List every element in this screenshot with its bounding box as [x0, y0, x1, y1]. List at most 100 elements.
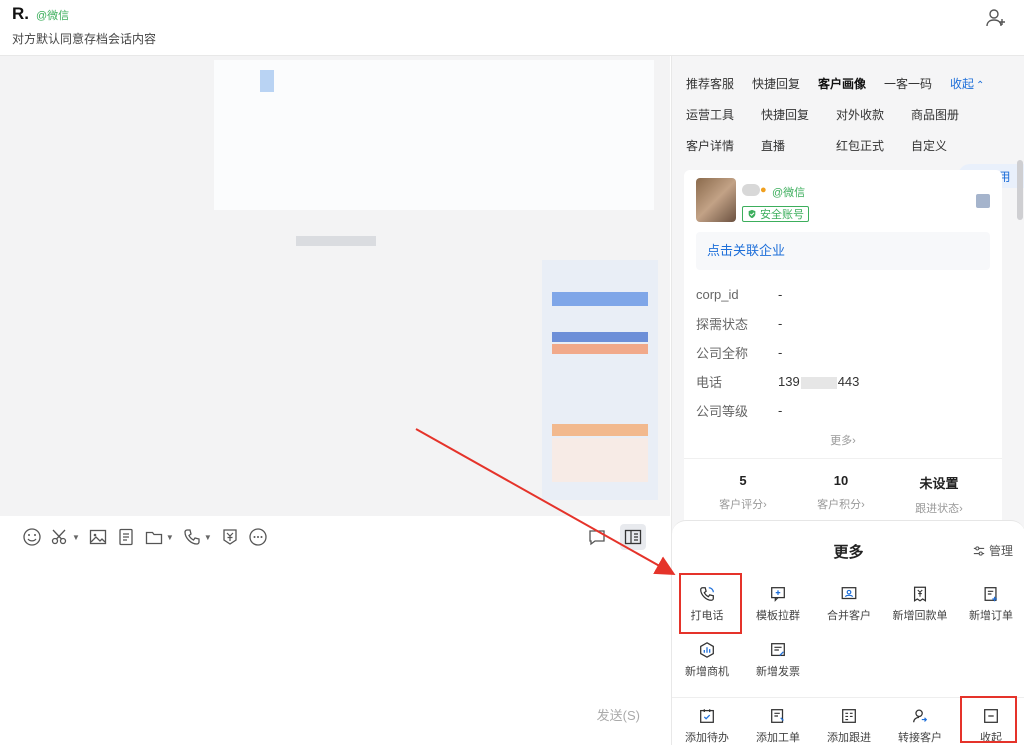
archive-notice: 对方默认同意存档会话内容	[12, 30, 156, 47]
stat-customer-score[interactable]: 5 客户评分›	[698, 473, 788, 512]
blurred-card-stripe	[552, 292, 648, 306]
tab-recommend-service[interactable]: 推荐客服	[686, 75, 752, 92]
field-value: -	[778, 316, 782, 331]
action-label: 新增商机	[672, 663, 742, 679]
shield-icon	[747, 209, 757, 219]
document-icon[interactable]	[116, 525, 136, 549]
composer-right-tools	[584, 524, 646, 550]
tab-one-customer-code[interactable]: 一客一码	[884, 75, 950, 92]
action-label: 新增发票	[743, 663, 813, 679]
tab-collapse[interactable]: 收起⌃	[950, 75, 1016, 92]
contact-name[interactable]: R.	[12, 4, 29, 24]
chat-bubble-icon[interactable]	[584, 524, 610, 550]
link-company-button[interactable]: 点击关联企业	[696, 232, 990, 270]
action-merge-customer[interactable]: 合并客户	[814, 585, 884, 623]
tab-row: 客户详情 直播 红包正式 自定义	[686, 130, 1016, 161]
blurred-card-stripe	[552, 344, 648, 354]
merge-icon	[840, 585, 858, 603]
highlight-box-collapse	[960, 696, 1017, 743]
blurred-timestamp	[296, 236, 376, 246]
transfer-user-icon	[911, 707, 929, 725]
tab-customer-profile[interactable]: 客户画像	[818, 75, 884, 92]
phone-icon	[182, 527, 202, 547]
invoice-icon	[769, 641, 787, 659]
action-label: 模板拉群	[743, 607, 813, 623]
profile-source: @微信	[772, 184, 805, 200]
more-title: 更多	[672, 541, 1024, 562]
field-row: 公司全称 -	[696, 338, 990, 367]
action-label: 合并客户	[814, 607, 884, 623]
ticket-icon	[769, 707, 787, 725]
action-label: 添加跟进	[814, 729, 884, 745]
action-add-ticket[interactable]: 添加工单	[743, 707, 813, 745]
action-new-order[interactable]: 新增订单	[956, 585, 1024, 623]
action-new-invoice[interactable]: 新增发票	[743, 641, 813, 679]
file-button[interactable]: ▼	[144, 525, 174, 549]
field-row: 电话 139443	[696, 367, 990, 396]
opportunity-icon	[698, 641, 716, 659]
action-label: 新增回款单	[885, 607, 955, 623]
field-row: 公司等级 -	[696, 396, 990, 425]
add-user-icon[interactable]	[984, 6, 1008, 30]
message-list[interactable]	[0, 56, 670, 516]
blurred-message	[214, 60, 654, 210]
safe-account-label: 安全账号	[760, 206, 804, 222]
avatar[interactable]	[696, 178, 736, 222]
chevron-down-icon[interactable]: ▼	[166, 533, 174, 542]
action-transfer-customer[interactable]: 转接客户	[885, 707, 955, 745]
stat-label: 客户评分›	[698, 496, 788, 512]
tab-red-packet[interactable]: 红包正式	[836, 137, 911, 154]
message-composer[interactable]: ▼ ▼ ▼	[12, 516, 654, 736]
safe-account-badge: 安全账号	[742, 206, 809, 222]
edit-icon[interactable]	[976, 194, 990, 208]
send-button[interactable]: 发送(S)	[597, 705, 640, 724]
tab-custom[interactable]: 自定义	[911, 137, 986, 154]
tab-quick-reply[interactable]: 快捷回复	[752, 75, 818, 92]
phone-prefix: 139	[778, 374, 800, 389]
action-new-opportunity[interactable]: 新增商机	[672, 641, 742, 679]
sidebar-toggle-icon[interactable]	[620, 524, 646, 550]
tab-customer-details[interactable]: 客户详情	[686, 137, 761, 154]
more-fields-link[interactable]: 更多›	[684, 432, 1002, 448]
composer-toolbar: ▼ ▼ ▼	[22, 524, 268, 550]
blurred-image	[260, 70, 274, 92]
masked-digits	[801, 377, 837, 389]
action-add-followup[interactable]: 添加跟进	[814, 707, 884, 745]
masked-name	[742, 184, 760, 196]
action-add-todo[interactable]: 添加待办	[672, 707, 742, 745]
more-icon[interactable]	[248, 525, 268, 549]
emoji-icon[interactable]	[22, 525, 42, 549]
app-window: R. @微信 对方默认同意存档会话内容 ▼	[0, 0, 1024, 745]
highlight-box-call	[679, 573, 742, 634]
tab-external-payment[interactable]: 对外收款	[836, 106, 911, 123]
manage-button[interactable]: 管理	[973, 542, 1013, 559]
scrollbar[interactable]	[1017, 160, 1023, 220]
field-label: 电话	[696, 372, 778, 391]
stat-customer-points[interactable]: 10 客户积分›	[796, 473, 886, 512]
tab-product-gallery[interactable]: 商品图册	[911, 106, 986, 123]
payment-icon[interactable]	[220, 525, 240, 549]
chevron-down-icon[interactable]: ▼	[72, 533, 80, 542]
payment-receipt-icon	[911, 585, 929, 603]
group-chat-icon	[769, 585, 787, 603]
field-value: -	[778, 345, 782, 360]
chevron-down-icon[interactable]: ▼	[204, 533, 212, 542]
profile-card: ● @微信 安全账号 点击关联企业 corp_id - 探需状态 - 公司全称	[684, 170, 1002, 466]
tab-row: 推荐客服 快捷回复 客户画像 一客一码 收起⌃	[686, 68, 1016, 99]
action-template-group[interactable]: 模板拉群	[743, 585, 813, 623]
image-icon[interactable]	[88, 525, 108, 549]
action-new-payment[interactable]: 新增回款单	[885, 585, 955, 623]
tab-quick-reply-2[interactable]: 快捷回复	[761, 106, 836, 123]
todo-icon	[698, 707, 716, 725]
screenshot-button[interactable]: ▼	[50, 525, 80, 549]
tab-operation-tools[interactable]: 运营工具	[686, 106, 761, 123]
tab-live[interactable]: 直播	[761, 137, 836, 154]
stat-label: 客户积分›	[796, 496, 886, 512]
stat-follow-status[interactable]: 未设置 跟进状态›	[894, 473, 984, 516]
chevron-up-icon: ⌃	[976, 80, 984, 91]
phone-value[interactable]: 139443	[778, 374, 859, 389]
call-button[interactable]: ▼	[182, 525, 212, 549]
folder-icon	[144, 527, 164, 547]
stats-card: 5 客户评分› 10 客户积分› 未设置 跟进状态›	[684, 458, 1002, 528]
stat-value: 未设置	[894, 473, 984, 492]
